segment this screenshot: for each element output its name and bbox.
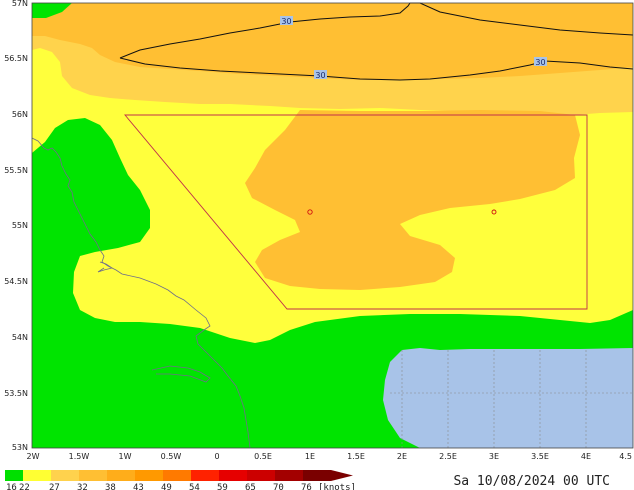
lon-label: 3E <box>489 452 499 461</box>
legend-swatch <box>247 470 275 481</box>
longitude-axis: 2W 1.5W 1W 0.5W 0 0.5E 1E 1.5E 2E 2.5E 3… <box>27 452 633 461</box>
blue-field <box>383 348 633 448</box>
lon-label: 0.5E <box>254 452 272 461</box>
lon-label: 3.5E <box>531 452 549 461</box>
lat-label: 53.5N <box>4 389 28 398</box>
contour-label: 30 <box>281 17 291 26</box>
legend-value: 70 <box>273 483 284 490</box>
legend-swatch <box>79 470 107 481</box>
legend-swatch <box>303 470 331 481</box>
legend-value: 49 <box>161 483 172 490</box>
lon-label: 2W <box>27 452 40 461</box>
lat-label: 55.5N <box>4 166 28 175</box>
lat-label: 56.5N <box>4 54 28 63</box>
contour-label: 30 <box>535 58 545 67</box>
lon-label: 1E <box>305 452 315 461</box>
contour-label: 30 <box>315 71 325 80</box>
lat-label: 54.5N <box>4 277 28 286</box>
lon-label: 2E <box>397 452 407 461</box>
legend-value: 22 <box>19 483 30 490</box>
valid-time: Sa 10/08/2024 00 UTC <box>453 474 610 489</box>
legend-value: 76 <box>301 483 312 490</box>
legend-value: 27 <box>49 483 60 490</box>
lon-label: 0.5W <box>161 452 182 461</box>
legend-swatch <box>191 470 219 481</box>
legend-arrow <box>331 470 353 481</box>
legend-swatch <box>275 470 303 481</box>
legend-swatch <box>163 470 191 481</box>
legend-swatch <box>23 470 51 481</box>
lon-label: 4E <box>581 452 591 461</box>
lat-label: 54N <box>12 333 28 342</box>
legend-swatch <box>5 470 23 481</box>
lon-label: 1W <box>119 452 132 461</box>
legend-unit: [knots] <box>318 483 356 490</box>
legend-colorbar <box>5 470 353 481</box>
legend-swatch <box>107 470 135 481</box>
lat-label: 57N <box>12 0 28 8</box>
legend-swatch <box>219 470 247 481</box>
legend-value: 54 <box>189 483 200 490</box>
lon-label: 1.5E <box>347 452 365 461</box>
legend-value: 65 <box>245 483 256 490</box>
lat-label: 53N <box>12 443 28 452</box>
legend-swatch <box>135 470 163 481</box>
legend-value: 59 <box>217 483 228 490</box>
lon-label: 0 <box>214 452 219 461</box>
wind-speed-map: 30 30 30 57N 56.5N 56N 55.5N 55N 54.5N 5… <box>4 0 634 490</box>
latitude-axis: 57N 56.5N 56N 55.5N 55N 54.5N 54N 53.5N … <box>4 0 28 452</box>
lon-label: 2.5E <box>439 452 457 461</box>
legend-value: 32 <box>77 483 88 490</box>
lat-label: 56N <box>12 110 28 119</box>
legend-swatch <box>51 470 79 481</box>
lon-label: 4.5 <box>619 452 632 461</box>
field-layer <box>32 3 633 448</box>
legend-value: 43 <box>133 483 144 490</box>
legend-labels: 16 22 27 32 38 43 49 54 59 65 70 76 [knots] <box>6 483 356 490</box>
legend-value: 38 <box>105 483 116 490</box>
lat-label: 55N <box>12 221 28 230</box>
lon-label: 1.5W <box>69 452 90 461</box>
legend-value: 16 <box>6 483 17 490</box>
